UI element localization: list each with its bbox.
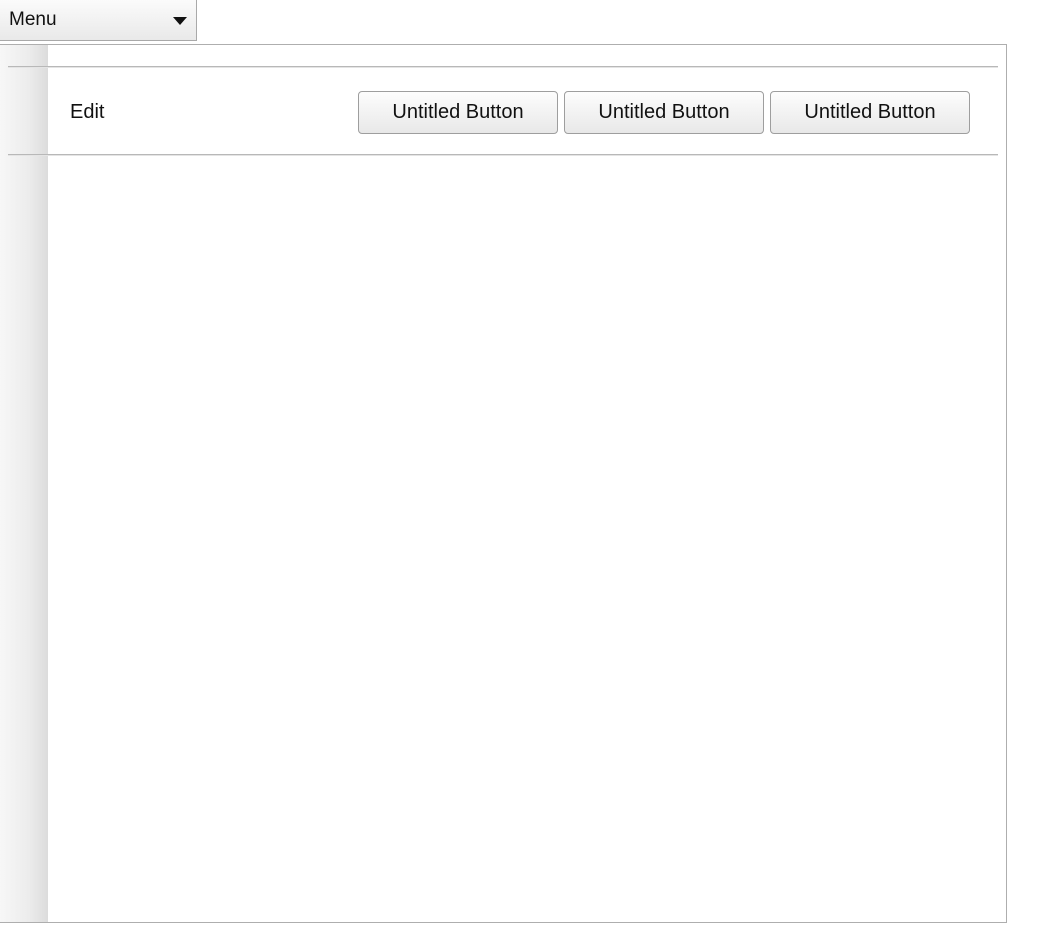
left-strip bbox=[0, 45, 48, 922]
chevron-down-icon bbox=[173, 16, 187, 25]
main-panel: Edit Untitled Button Untitled Button Unt… bbox=[0, 44, 1007, 923]
toolbar-top-divider bbox=[8, 66, 998, 68]
untitled-button-3[interactable]: Untitled Button bbox=[770, 91, 970, 134]
toolbar-title: Edit bbox=[70, 101, 105, 123]
untitled-button-2[interactable]: Untitled Button bbox=[564, 91, 764, 134]
menu-dropdown[interactable]: Menu bbox=[0, 0, 197, 41]
toolbar-bottom-divider bbox=[8, 154, 998, 156]
untitled-button-1[interactable]: Untitled Button bbox=[358, 91, 558, 134]
menu-label: Menu bbox=[9, 9, 57, 30]
